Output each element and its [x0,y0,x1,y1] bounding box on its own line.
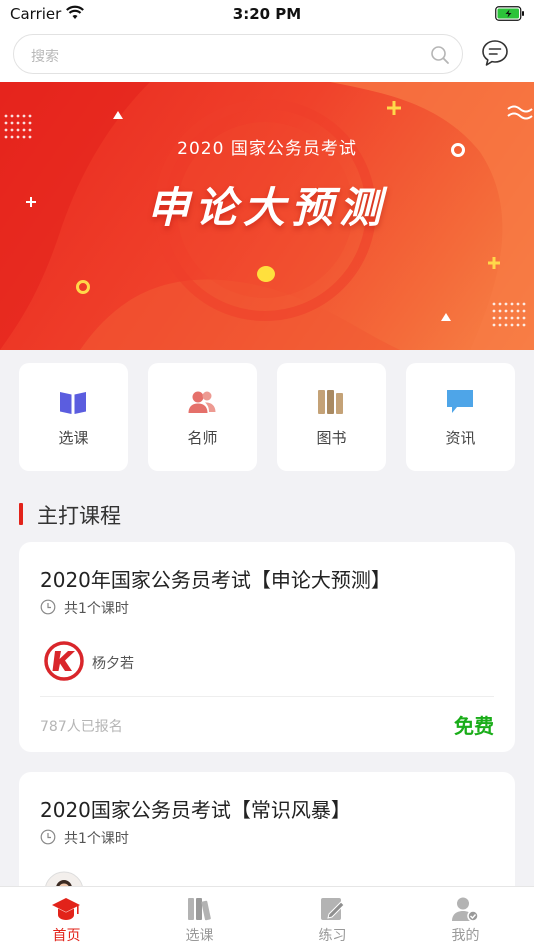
tab-courses[interactable]: 选课 [133,887,266,950]
clock-icon [40,599,56,615]
tab-profile[interactable]: 我的 [399,887,532,950]
tab-practice[interactable]: 练习 [266,887,399,950]
teacher-avatar [44,641,84,681]
tab-label: 练习 [318,928,347,944]
section-title: 主打课程 [37,504,121,528]
search-icon [431,46,449,64]
search-input[interactable]: 搜索 [13,34,463,74]
promo-banner[interactable]: 2020 国家公务员考试 申论大预测 [0,82,534,350]
status-bar: Carrier 3:20 PM [0,0,534,28]
teacher-icon [188,391,216,413]
books-icon [188,898,211,921]
course-card[interactable]: 2020年国家公务员考试【申论大预测】 共1个课时 杨夕若 787人已报名 免费 [19,542,515,752]
tab-bar: 首页 选课 练习 我的 [0,886,534,950]
book-icon [60,392,86,414]
teacher-name: 杨夕若 [92,656,134,672]
tab-label: 选课 [185,928,214,944]
search-header: 搜索 [0,28,534,82]
news-icon [447,390,473,413]
graduation-cap-icon [52,898,80,920]
course-title: 2020年国家公务员考试【申论大预测】 [40,568,391,592]
enrollment-count: 787人已报名 [40,719,123,735]
clock-icon [40,829,56,845]
quick-link-label: 选课 [58,429,89,447]
tab-label: 我的 [451,928,480,944]
books-icon [318,390,343,414]
quick-links: 选课 名师 图书 资讯 [19,363,515,471]
tab-home[interactable]: 首页 [0,887,133,950]
course-title: 2020国家公务员考试【常识风暴】 [40,798,351,822]
card-divider [40,696,494,697]
search-placeholder: 搜索 [31,49,59,65]
edit-icon [321,898,345,920]
tab-label: 首页 [52,928,81,944]
quick-link-label: 图书 [316,429,347,447]
user-icon [452,897,479,922]
quick-link-courses[interactable]: 选课 [19,363,128,471]
quick-link-books[interactable]: 图书 [277,363,386,471]
section-accent-bar [19,503,23,525]
quick-link-label: 名师 [187,429,218,447]
banner-subtitle: 2020 国家公务员考试 [177,139,357,159]
quick-link-teachers[interactable]: 名师 [148,363,257,471]
lesson-count: 共1个课时 [64,831,129,847]
lesson-count: 共1个课时 [64,601,129,617]
price-label: 免费 [454,714,494,738]
battery-icon [495,6,524,21]
quick-link-label: 资讯 [445,429,476,447]
quick-link-news[interactable]: 资讯 [406,363,515,471]
status-time: 3:20 PM [232,5,302,23]
banner-title: 申论大预测 [146,183,387,232]
message-icon[interactable] [480,38,510,68]
